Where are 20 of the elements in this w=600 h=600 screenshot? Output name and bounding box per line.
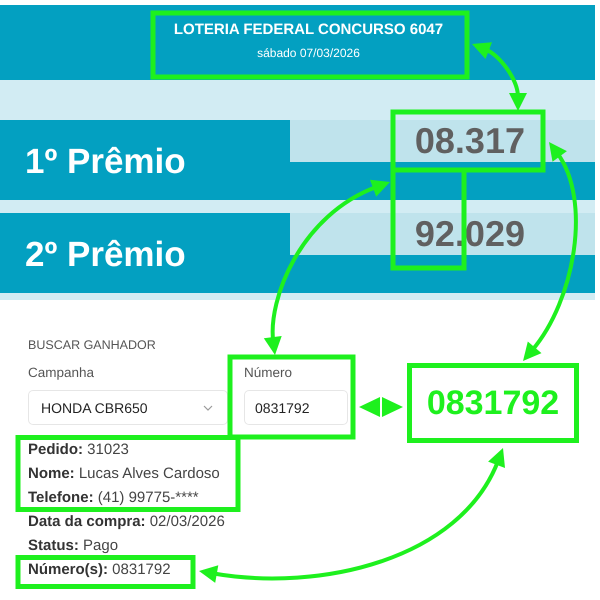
- detail-line: Número(s): 0831792: [28, 560, 171, 579]
- draw-title: LOTERIA FEDERAL CONCURSO 6047: [172, 21, 444, 39]
- prize-label: 2º Prêmio: [25, 235, 186, 275]
- field-label: Campanha: [28, 364, 94, 382]
- field-label: Número: [244, 364, 292, 382]
- detail-line: Nome: Lucas Alves Cardoso: [28, 464, 220, 483]
- curved-double-arrow: [472, 42, 527, 111]
- callout-number: 0831792: [407, 363, 579, 443]
- detail-line: Status: Pago: [28, 536, 118, 555]
- draw-date: sábado 07/03/2026: [256, 45, 361, 61]
- detail-line: Pedido: 31023: [28, 440, 129, 459]
- prize-label: 1º Prêmio: [25, 142, 186, 182]
- detail-line: Data da compra: 02/03/2026: [28, 512, 225, 531]
- prize-number: 08.317: [414, 121, 525, 161]
- section-heading: BUSCAR GANHADOR: [28, 337, 157, 353]
- detail-line: Telefone: (41) 99775-****: [28, 488, 199, 507]
- campaign-select[interactable]: HONDA CBR650: [28, 390, 228, 425]
- number-input[interactable]: 0831792: [244, 390, 348, 425]
- double-arrow: [359, 397, 403, 417]
- chevron-down-icon: [203, 404, 213, 410]
